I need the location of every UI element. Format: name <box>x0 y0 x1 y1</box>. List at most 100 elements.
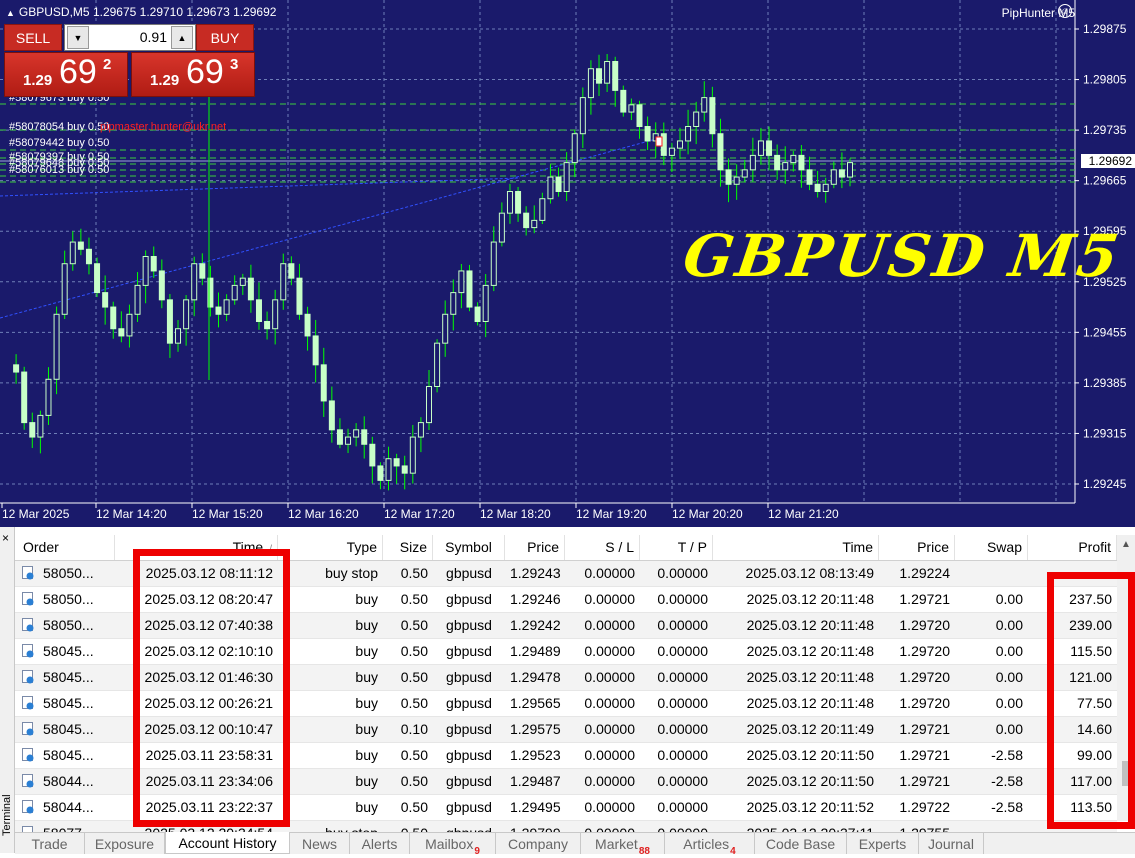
column-header-close-time[interactable]: Time <box>713 535 879 560</box>
cell-open-time: 2025.03.12 01:46:30 <box>144 669 273 685</box>
cell-symbol: gbpusd <box>446 591 492 607</box>
column-header-swap[interactable]: Swap <box>955 535 1028 560</box>
lot-increase-icon[interactable]: ▲ <box>171 26 193 49</box>
candle-body <box>361 429 368 445</box>
tab-journal[interactable]: Journal <box>919 833 984 854</box>
candle-body <box>142 256 149 286</box>
cell-profit: 113.50 <box>1070 799 1112 815</box>
candle-body <box>175 328 182 344</box>
table-row[interactable]: 58044... 2025.03.11 23:34:06 buy 0.50 gbpusd… <box>15 769 1117 795</box>
cell-type: buy <box>355 695 378 711</box>
cell-type: buy <box>355 721 378 737</box>
cell-open-time: 2025.03.12 00:10:47 <box>144 721 273 737</box>
column-header-sl[interactable]: S / L <box>565 535 640 560</box>
table-row[interactable]: 58050... 2025.03.12 08:11:12 buy stop 0.50 g… <box>15 561 1117 587</box>
column-header-profit[interactable]: Profit <box>1028 535 1117 560</box>
table-row[interactable]: 58044... 2025.03.11 23:22:37 buy 0.50 gbpusd… <box>15 795 1117 821</box>
tab-badge: 88 <box>638 846 650 857</box>
table-body: 58050... 2025.03.12 08:11:12 buy stop 0.50 g… <box>15 561 1117 847</box>
scrollbar-thumb[interactable] <box>1122 761 1130 786</box>
cell-open-time: 2025.03.12 02:10:10 <box>144 643 273 659</box>
table-row[interactable]: 58050... 2025.03.12 07:40:38 buy 0.50 gbpusd… <box>15 613 1117 639</box>
smiley-icon[interactable]: ☺ <box>1058 4 1072 18</box>
table-row[interactable]: 58045... 2025.03.12 01:46:30 buy 0.50 gbpusd… <box>15 665 1117 691</box>
tab-account-history[interactable]: Account History <box>165 832 290 854</box>
cell-profit: 239.00 <box>1069 617 1112 633</box>
tab-label: Mailbox <box>425 836 474 852</box>
tab-market[interactable]: Market88 <box>581 833 665 857</box>
candle-body <box>604 61 611 84</box>
candle-body <box>628 104 635 113</box>
tab-mailbox[interactable]: Mailbox9 <box>410 833 496 857</box>
cell-swap: 0.00 <box>995 643 1023 659</box>
tab-experts[interactable]: Experts <box>847 833 919 854</box>
price-chart[interactable]: 1.29875 1.29805 1.29735 1.29665 1.29595 1.295… <box>0 0 1135 527</box>
column-header-price[interactable]: Price <box>505 535 565 560</box>
close-icon[interactable]: × <box>2 531 9 545</box>
buy-price-button[interactable]: 1.29 69 3 <box>131 52 255 97</box>
candle-body <box>547 176 554 200</box>
candle-body <box>304 313 311 337</box>
tab-trade[interactable]: Trade <box>15 833 85 854</box>
column-header-close-price[interactable]: Price <box>879 535 955 560</box>
cell-close-price: 1.29720 <box>899 643 950 659</box>
price-axis-label: 1.29315 <box>1083 426 1127 440</box>
candle-body <box>490 241 497 286</box>
cell-sl: 0.00000 <box>584 799 635 815</box>
tab-news[interactable]: News <box>290 833 350 854</box>
cell-sl: 0.00000 <box>584 565 635 581</box>
order-label: #58076013 buy 0.50 <box>9 164 110 176</box>
cell-price: 1.29565 <box>510 695 561 711</box>
cell-open-time: 2025.03.11 23:22:37 <box>145 799 273 815</box>
column-header-type[interactable]: Type <box>278 535 383 560</box>
table-row[interactable]: 58045... 2025.03.12 00:10:47 buy 0.10 gbpusd… <box>15 717 1117 743</box>
column-header-open-time[interactable]: Time / <box>115 535 278 560</box>
candle-body <box>676 140 683 149</box>
lot-size-field[interactable]: ▼ 0.91 ▲ <box>64 24 196 51</box>
vertical-scrollbar[interactable]: ▲ <box>1117 535 1135 821</box>
cell-open-time: 2025.03.12 08:20:47 <box>144 591 273 607</box>
cell-profit: 99.00 <box>1076 747 1112 763</box>
candle-body <box>61 263 68 315</box>
cell-tp: 0.00000 <box>657 643 708 659</box>
candle-body <box>434 342 441 387</box>
scroll-up-icon[interactable]: ▲ <box>1121 539 1131 550</box>
candle-body <box>596 68 603 84</box>
price-axis-label: 1.29455 <box>1083 325 1127 339</box>
table-row[interactable]: 58045... 2025.03.12 02:10:10 buy 0.50 gbpusd… <box>15 639 1117 665</box>
candle-body <box>539 198 546 221</box>
candle-body <box>288 263 295 279</box>
cell-close-price: 1.29720 <box>899 669 950 685</box>
current-price-tag: 1.29692 <box>1081 154 1135 168</box>
table-row[interactable]: 58050... 2025.03.12 08:20:47 buy 0.50 gbpusd… <box>15 587 1117 613</box>
sell-button[interactable]: SELL <box>4 24 62 51</box>
column-header-size[interactable]: Size <box>383 535 433 560</box>
candle-body <box>328 400 335 431</box>
column-header-label: Price <box>917 539 949 555</box>
tab-alerts[interactable]: Alerts <box>350 833 410 854</box>
cell-symbol: gbpusd <box>446 669 492 685</box>
cell-close-time: 2025.03.12 20:11:49 <box>746 721 874 737</box>
account-history-table: Order Time / Type Size Symbol Price S / L T / P T… <box>15 535 1117 847</box>
table-row[interactable]: 58045... 2025.03.12 00:26:21 buy 0.50 gbpusd… <box>15 691 1117 717</box>
tab-articles[interactable]: Articles4 <box>665 833 755 857</box>
cell-open-time: 2025.03.12 00:26:21 <box>144 695 273 711</box>
tab-exposure[interactable]: Exposure <box>85 833 165 854</box>
cell-symbol: gbpusd <box>446 773 492 789</box>
sell-price-button[interactable]: 1.29 69 2 <box>4 52 128 97</box>
table-row[interactable]: 58045... 2025.03.11 23:58:31 buy 0.50 gbpusd… <box>15 743 1117 769</box>
candle-body <box>587 68 594 99</box>
column-header-order[interactable]: Order <box>15 535 115 560</box>
cell-tp: 0.00000 <box>657 565 708 581</box>
column-header-tp[interactable]: T / P <box>640 535 713 560</box>
candle-body <box>814 183 821 192</box>
candle-body <box>401 465 408 474</box>
collapse-triangle-icon[interactable]: ▲ <box>6 8 15 18</box>
lot-size-value[interactable]: 0.91 <box>91 25 167 50</box>
tab-company[interactable]: Company <box>496 833 581 854</box>
column-header-symbol[interactable]: Symbol <box>433 535 505 560</box>
buy-button[interactable]: BUY <box>196 24 254 51</box>
lot-decrease-icon[interactable]: ▼ <box>67 26 89 49</box>
tab-code-base[interactable]: Code Base <box>755 833 847 854</box>
time-axis-label: 12 Mar 18:20 <box>480 507 551 521</box>
